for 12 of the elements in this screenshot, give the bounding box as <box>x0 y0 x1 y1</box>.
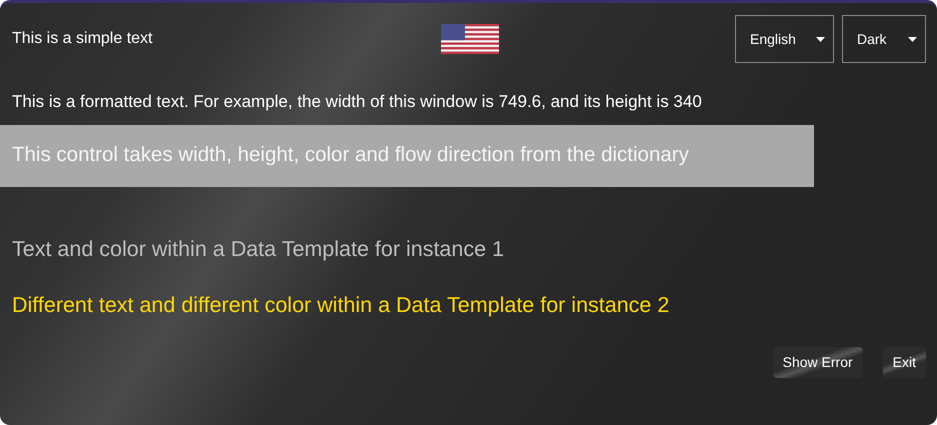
dropdown[interactable]: Dark <box>842 15 926 63</box>
dropdown[interactable]: English <box>735 15 834 63</box>
simple-text: This is a simple text <box>12 29 154 49</box>
dictionary-control: This control takes width, height, color and flow direction from the dictionary <box>0 124 814 186</box>
template-text: Different text and different color within a Data Template for instance 2 <box>11 292 670 319</box>
flag-icon <box>441 24 499 54</box>
formatted-text: This is a formatted text. For example, the width of this window is 749.6, and its height is 340 <box>11 91 703 113</box>
action-button[interactable]: Show Error <box>772 347 863 378</box>
caret-icon <box>816 36 825 42</box>
caret-icon <box>908 36 917 42</box>
template-text: Text and color within a Data Template for instance 1 <box>11 236 505 262</box>
action-button[interactable]: Exit <box>882 347 926 378</box>
